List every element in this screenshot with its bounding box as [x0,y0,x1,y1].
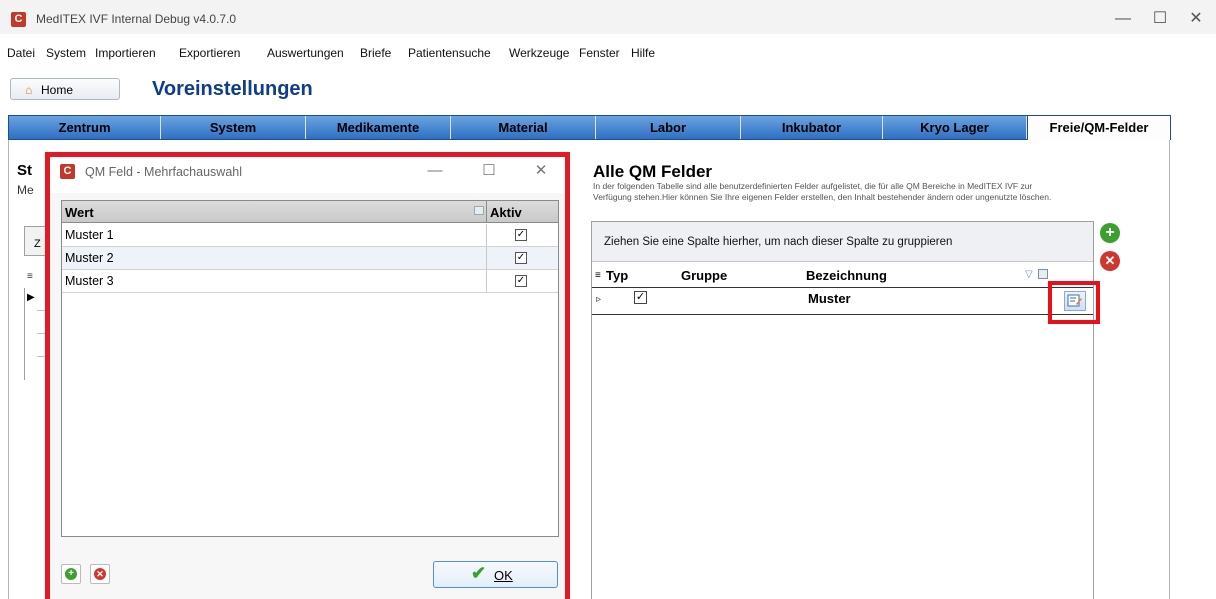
column-gruppe[interactable]: Gruppe [681,268,727,283]
home-label: Home [41,83,74,97]
close-button[interactable]: ✕ [1181,8,1211,30]
group-by-hint: Ziehen Sie eine Spalte hierher, um nach … [604,236,953,248]
dialog-add-button[interactable]: + [61,564,81,584]
plus-icon: + [65,568,77,580]
tab-labor[interactable]: Labor [596,116,741,139]
home-button[interactable]: ⌂ Home [10,78,120,100]
row-typ-checkbox[interactable]: ✓ [634,291,647,304]
row-wert: Muster 1 [65,228,114,242]
app-logo-icon: C [11,12,26,27]
tab-material[interactable]: Material [451,116,596,139]
tab-freie-qm-felder[interactable]: Freie/QM-Felder [1027,115,1171,140]
row-aktiv-checkbox[interactable]: ✓ [515,252,527,264]
column-chooser-icon[interactable]: ≡ [595,270,601,281]
row-indicator-icon: ▹ [596,294,602,305]
qm-grid-header: ≡ Typ Gruppe Bezeichnung ▽ [592,264,1093,286]
qm-panel-description: In der folgenden Tabelle sind alle benut… [593,181,1052,202]
column-bezeichnung[interactable]: Bezeichnung [806,268,887,283]
left-row-marker-icon: ▶ [27,292,35,303]
menu-patientensuche[interactable]: Patientensuche [408,46,491,60]
wert-filter-icon[interactable] [474,206,484,215]
dialog-delete-button[interactable]: ✕ [90,564,110,584]
header-divider [486,201,487,223]
sort-icon[interactable]: ▽ [1025,269,1033,280]
table-row[interactable]: Muster 1 ✓ [62,224,558,247]
left-panel-subtitle: Me [17,183,34,197]
edit-highlight-box [1048,281,1100,324]
column-wert[interactable]: Wert [65,205,94,220]
menu-exportieren[interactable]: Exportieren [179,46,240,60]
tab-strip: Zentrum System Medikamente Material Labo… [8,115,1171,140]
dialog-logo-icon: C [60,164,75,179]
tab-kryo-lager[interactable]: Kryo Lager [883,116,1027,139]
row-aktiv-checkbox[interactable]: ✓ [515,275,527,287]
row-wert: Muster 2 [65,251,114,265]
left-column-fragment: Z [34,238,41,250]
row-aktiv-checkbox[interactable]: ✓ [515,229,527,241]
tab-inkubator[interactable]: Inkubator [741,116,883,139]
left-panel-title: St [17,162,32,179]
checkmark-icon: ✔ [471,563,487,583]
tab-system[interactable]: System [161,116,306,139]
menu-bar: Datei System Importieren Exportieren Aus… [0,34,1216,70]
tab-medikamente[interactable]: Medikamente [306,116,451,139]
cell-divider [486,247,487,269]
menu-fenster[interactable]: Fenster [579,46,620,60]
minimize-button[interactable]: — [1108,8,1138,30]
dialog-minimize-button[interactable]: — [421,160,449,182]
page-title: Voreinstellungen [152,78,313,100]
left-column-chooser-icon[interactable]: ≡ [27,271,33,282]
cell-divider [486,270,487,292]
row-bezeichnung: Muster [808,291,851,306]
dialog-maximize-button[interactable]: ☐ [475,160,503,182]
window-title: MedITEX IVF Internal Debug v4.0.7.0 [36,12,237,26]
table-row[interactable]: Muster 3 ✓ [62,270,558,293]
delete-field-button[interactable]: ✕ [1100,251,1120,271]
add-field-button[interactable]: + [1100,223,1120,243]
table-row[interactable]: Muster 2 ✓ [62,247,558,270]
home-icon: ⌂ [25,83,33,97]
menu-importieren[interactable]: Importieren [95,46,156,60]
menu-briefe[interactable]: Briefe [360,46,391,60]
filter-icon[interactable] [1038,269,1048,279]
menu-system[interactable]: System [46,46,86,60]
column-typ[interactable]: Typ [606,268,628,283]
row-wert: Muster 3 [65,274,114,288]
qm-panel-title: Alle QM Felder [593,162,713,181]
menu-werkzeuge[interactable]: Werkzeuge [509,46,569,60]
menu-datei[interactable]: Datei [7,46,35,60]
menu-hilfe[interactable]: Hilfe [631,46,655,60]
dialog-title: QM Feld - Mehrfachauswahl [85,165,243,179]
remove-icon: ✕ [94,568,106,580]
maximize-button[interactable]: ☐ [1145,8,1175,30]
cell-divider [486,224,487,246]
dialog-close-button[interactable]: ✕ [527,160,555,182]
tab-zentrum[interactable]: Zentrum [9,116,161,139]
ok-label: OK [494,568,513,583]
menu-auswertungen[interactable]: Auswertungen [267,46,344,60]
column-aktiv[interactable]: Aktiv [490,205,522,220]
